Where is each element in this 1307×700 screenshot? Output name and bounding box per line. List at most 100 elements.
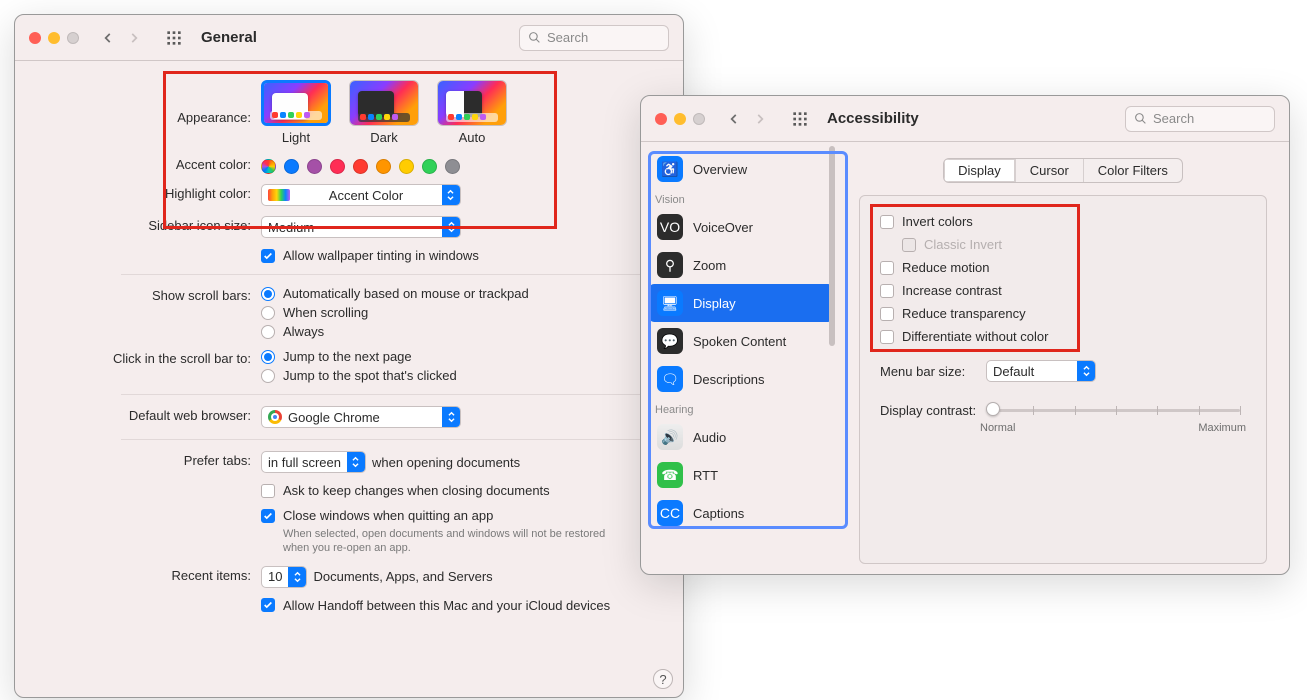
voiceover-icon: VO xyxy=(657,214,683,240)
window-controls xyxy=(29,32,79,44)
scrollbars-radio-0[interactable]: Automatically based on mouse or trackpad xyxy=(261,286,661,301)
sidebar-item-label: Display xyxy=(693,296,736,311)
contrast-min-label: Normal xyxy=(980,422,1015,434)
appearance-light-label: Light xyxy=(282,130,310,145)
scrollclick-label: Click in the scroll bar to: xyxy=(15,349,261,383)
display-tabs: DisplayCursorColor Filters xyxy=(943,158,1183,183)
accessibility-main: DisplayCursorColor Filters Invert colors… xyxy=(837,142,1289,574)
sidebar-item-label: VoiceOver xyxy=(693,220,753,235)
diff-without-color-checkbox[interactable]: Differentiate without color xyxy=(880,329,1246,344)
sidebar-item-label: Zoom xyxy=(693,258,726,273)
accent-swatch-6[interactable] xyxy=(399,159,414,174)
accent-swatch-1[interactable] xyxy=(284,159,299,174)
sidebar-header: Vision xyxy=(649,188,833,208)
sidebar-item-captions[interactable]: CCCaptions xyxy=(649,494,833,532)
accent-swatch-5[interactable] xyxy=(376,159,391,174)
reduce-transparency-checkbox[interactable]: Reduce transparency xyxy=(880,306,1246,321)
close-quit-hint: When selected, open documents and window… xyxy=(261,527,621,556)
sidebar-size-popup[interactable]: Medium xyxy=(261,216,461,238)
search-field[interactable]: Search xyxy=(1125,106,1275,132)
accent-swatch-4[interactable] xyxy=(353,159,368,174)
sidebar-item-zoom[interactable]: ⚲ Zoom xyxy=(649,246,833,284)
increase-contrast-checkbox[interactable]: Increase contrast xyxy=(880,283,1246,298)
back-button[interactable] xyxy=(97,27,119,49)
minimize-window-button[interactable] xyxy=(674,113,686,125)
sidebar-item-label: Captions xyxy=(693,506,744,521)
accessibility-prefs-window: Accessibility Search ♿ Overview Vision VO Vo… xyxy=(640,95,1290,575)
sidebar-item-overview[interactable]: ♿ Overview xyxy=(649,150,833,188)
window-title: Accessibility xyxy=(827,110,919,127)
help-button[interactable]: ? xyxy=(653,669,673,689)
menubar-size-label: Menu bar size: xyxy=(880,364,978,379)
zoom-window-button[interactable] xyxy=(67,32,79,44)
highlight-color-popup[interactable]: Accent Color xyxy=(261,184,461,206)
display-contrast-slider[interactable] xyxy=(992,400,1240,420)
invert-colors-checkbox[interactable]: Invert colors xyxy=(880,214,1246,229)
scrollclick-radio-1[interactable]: Jump to the spot that's clicked xyxy=(261,368,661,383)
ask-keep-checkbox[interactable]: Ask to keep changes when closing documen… xyxy=(261,483,661,498)
tabs-popup[interactable]: in full screen xyxy=(261,451,366,473)
window-title: General xyxy=(201,29,257,46)
zoom-window-button[interactable] xyxy=(693,113,705,125)
window-controls xyxy=(655,113,705,125)
zoom-icon: ⚲ xyxy=(657,252,683,278)
overview-icon: ♿ xyxy=(657,156,683,182)
forward-button[interactable] xyxy=(749,108,771,130)
browser-popup[interactable]: Google Chrome xyxy=(261,406,461,428)
accent-swatch-2[interactable] xyxy=(307,159,322,174)
accent-swatch-3[interactable] xyxy=(330,159,345,174)
scrollbar[interactable] xyxy=(829,146,835,346)
reduce-motion-checkbox[interactable]: Reduce motion xyxy=(880,260,1246,275)
close-quit-checkbox[interactable]: Close windows when quitting an app xyxy=(261,508,661,523)
tab-color-filters[interactable]: Color Filters xyxy=(1083,159,1182,182)
sidebar-item-display[interactable]: 🖥 Display xyxy=(649,284,833,322)
appearance-dark[interactable] xyxy=(349,80,419,126)
titlebar: General Search xyxy=(15,15,683,61)
appearance-auto[interactable] xyxy=(437,80,507,126)
accessibility-sidebar[interactable]: ♿ Overview Vision VO VoiceOver ⚲ Zoom 🖥 Display 💬… xyxy=(641,142,837,574)
show-all-icon[interactable] xyxy=(789,108,811,130)
tabs-value: in full screen xyxy=(268,455,347,470)
sidebar-item-label: RTT xyxy=(693,468,718,483)
accent-swatch-8[interactable] xyxy=(445,159,460,174)
scrollbars-radio-1[interactable]: When scrolling xyxy=(261,305,661,320)
minimize-window-button[interactable] xyxy=(48,32,60,44)
recent-popup[interactable]: 10 xyxy=(261,566,307,588)
sidebar-size-value: Medium xyxy=(268,220,442,235)
sidebar-item-rtt[interactable]: ☎ RTT xyxy=(649,456,833,494)
ask-keep-label: Ask to keep changes when closing documen… xyxy=(283,483,550,498)
appearance-dark-label: Dark xyxy=(370,130,397,145)
menubar-size-popup[interactable]: Default xyxy=(986,360,1096,382)
tab-display[interactable]: Display xyxy=(944,159,1015,182)
forward-button[interactable] xyxy=(123,27,145,49)
search-field[interactable]: Search xyxy=(519,25,669,51)
close-window-button[interactable] xyxy=(655,113,667,125)
sidebar-item-voiceover[interactable]: VO VoiceOver xyxy=(649,208,833,246)
rtt-icon: ☎ xyxy=(657,462,683,488)
sidebar-item-spoken-content[interactable]: 💬Spoken Content xyxy=(649,322,833,360)
sidebar-item-label: Spoken Content xyxy=(693,334,786,349)
accent-swatch-7[interactable] xyxy=(422,159,437,174)
wallpaper-tint-checkbox[interactable]: Allow wallpaper tinting in windows xyxy=(261,248,661,263)
sidebar-item-audio[interactable]: 🔊Audio xyxy=(649,418,833,456)
display-icon: 🖥 xyxy=(657,290,683,316)
show-all-icon[interactable] xyxy=(163,27,185,49)
chrome-icon xyxy=(268,410,282,424)
appearance-auto-label: Auto xyxy=(459,130,486,145)
scrollbars-radio-2[interactable]: Always xyxy=(261,324,661,339)
appearance-light[interactable] xyxy=(261,80,331,126)
wallpaper-tint-label: Allow wallpaper tinting in windows xyxy=(283,248,479,263)
sidebar-item-descriptions[interactable]: 🗨Descriptions xyxy=(649,360,833,398)
sidebar-item-label: Overview xyxy=(693,162,747,177)
scrollclick-radio-0[interactable]: Jump to the next page xyxy=(261,349,661,364)
close-quit-label: Close windows when quitting an app xyxy=(283,508,493,523)
back-button[interactable] xyxy=(723,108,745,130)
tab-cursor[interactable]: Cursor xyxy=(1015,159,1083,182)
contrast-max-label: Maximum xyxy=(1198,422,1246,434)
display-panel: Invert colors Classic Invert Reduce moti… xyxy=(859,195,1267,564)
recent-suffix: Documents, Apps, and Servers xyxy=(313,569,492,584)
classic-invert-checkbox: Classic Invert xyxy=(902,237,1246,252)
close-window-button[interactable] xyxy=(29,32,41,44)
handoff-checkbox[interactable]: Allow Handoff between this Mac and your … xyxy=(261,598,661,613)
accent-swatch-0[interactable] xyxy=(261,159,276,174)
